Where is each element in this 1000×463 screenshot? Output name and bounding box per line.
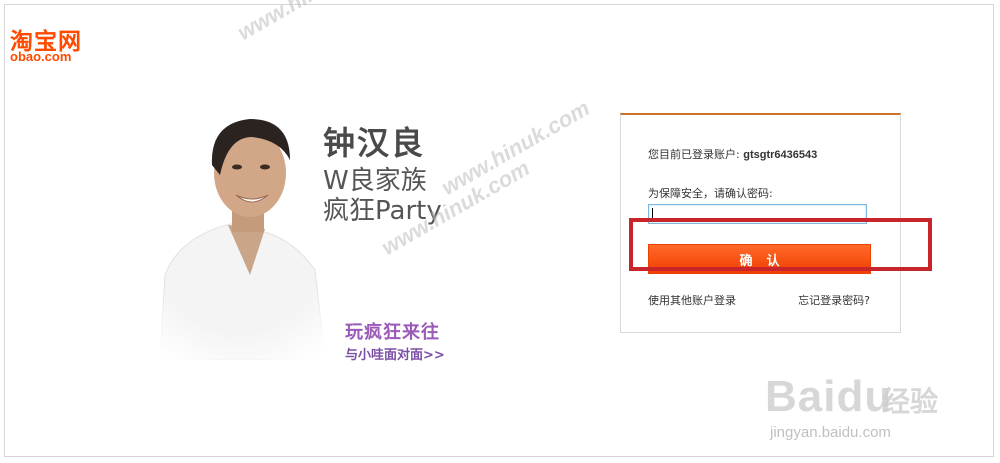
security-prompt: 为保障安全，请确认密码: [648,187,773,200]
promo-person-image[interactable] [140,105,340,360]
baidu-url: jingyan.baidu.com [770,424,891,441]
current-account-line: 您目前已登录账户: gtsgtr6436543 [648,146,817,162]
taobao-logo-domain[interactable]: obao.com [10,49,71,64]
use-other-account-link[interactable]: 使用其他账户登录 [648,292,736,308]
forgot-password-link[interactable]: 忘记登录密码? [798,292,870,308]
baidu-jingyan-label: 经验 [882,385,939,418]
promo-slogan[interactable]: 玩疯狂来往 [345,318,440,344]
promo-link[interactable]: 与小哇面对面>> [345,344,445,363]
baidu-logo: Baidu [765,372,893,421]
account-label: 您目前已登录账户: [648,148,740,161]
account-name: gtsgtr6436543 [743,149,818,161]
promo-title: 钟汉良 [323,124,426,162]
annotation-highlight-box [629,218,932,271]
